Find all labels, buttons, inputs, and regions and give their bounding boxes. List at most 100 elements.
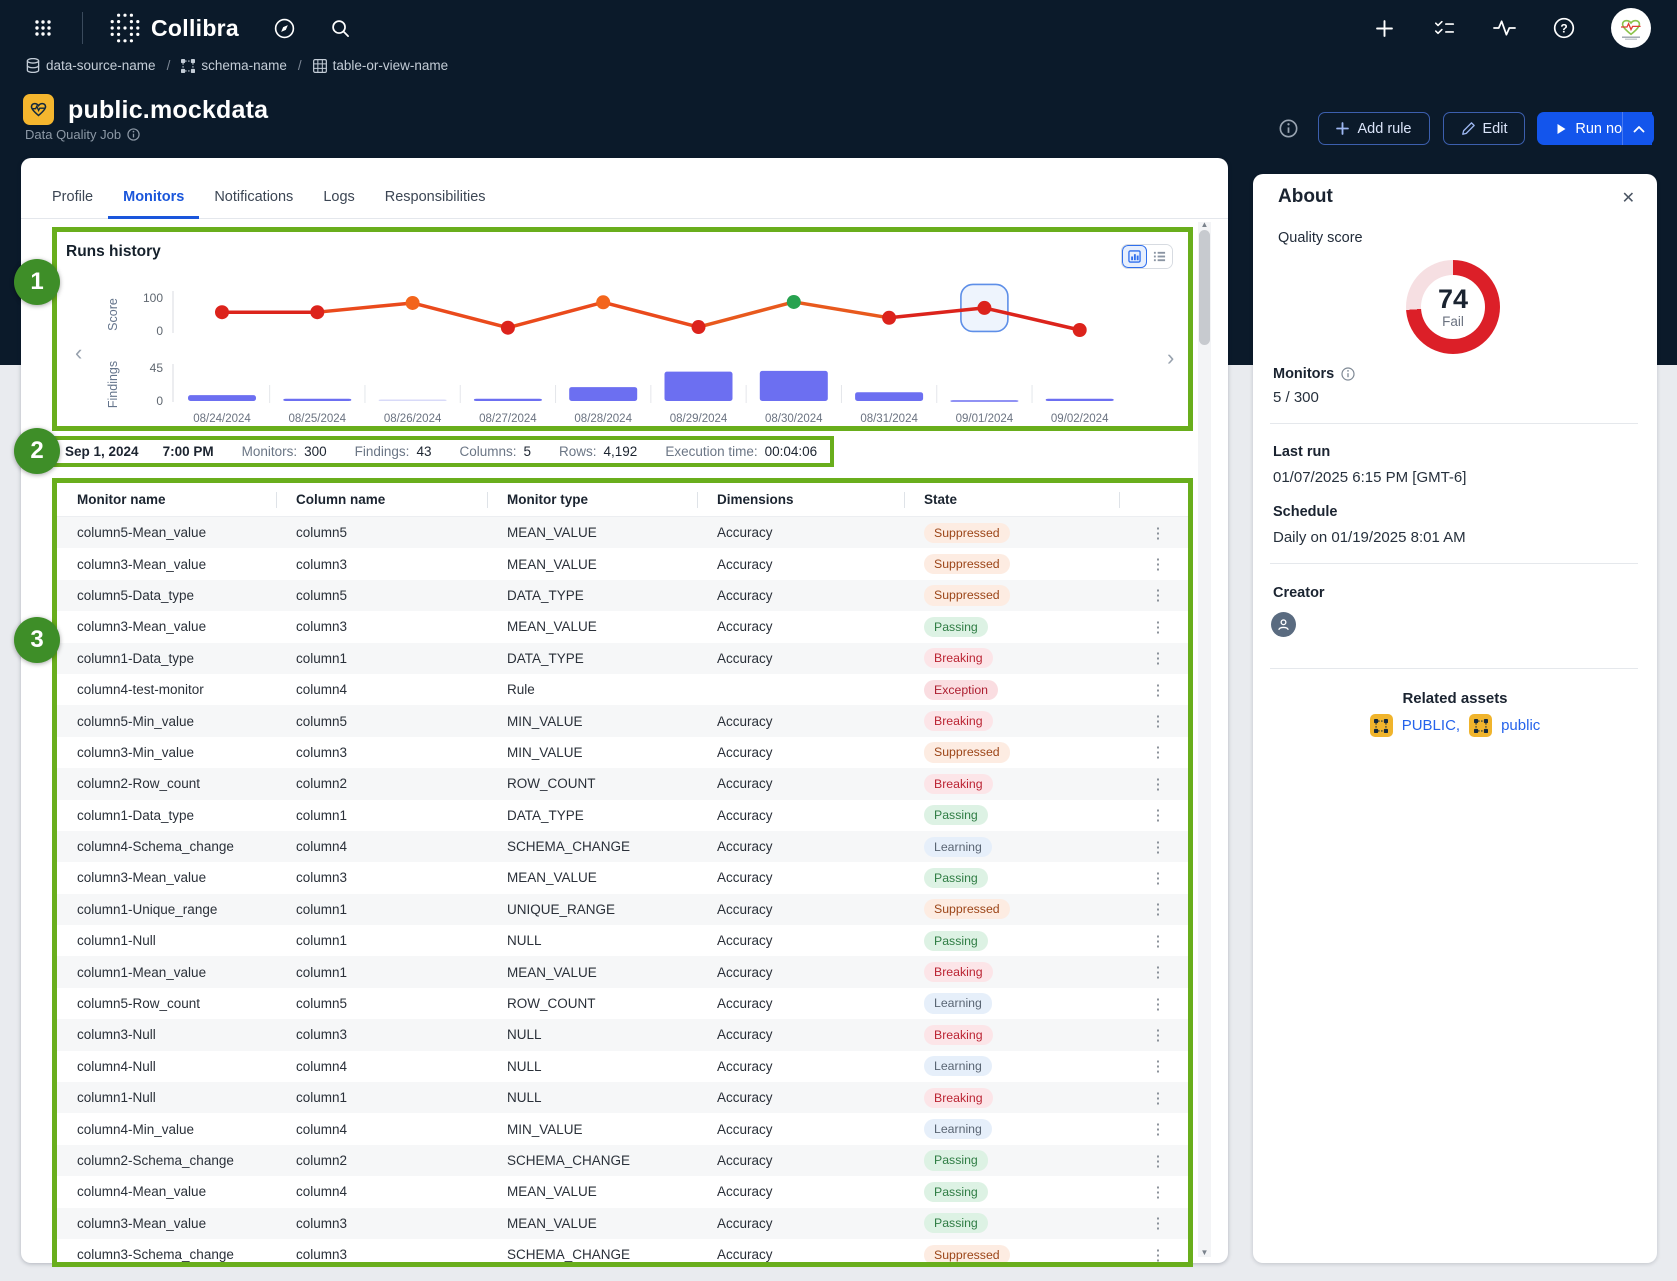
row-menu-kebab-icon[interactable]: ⋮: [1119, 1026, 1188, 1044]
score-point[interactable]: [692, 320, 706, 334]
table-row[interactable]: column5-Row_countcolumn5ROW_COUNTAccurac…: [57, 988, 1188, 1019]
table-row[interactable]: column1-Data_typecolumn1DATA_TYPEAccurac…: [57, 643, 1188, 674]
row-menu-kebab-icon[interactable]: ⋮: [1119, 681, 1188, 699]
table-row[interactable]: column3-Mean_valuecolumn3MEAN_VALUEAccur…: [57, 862, 1188, 893]
score-point[interactable]: [1073, 323, 1087, 337]
tab-logs[interactable]: Logs: [308, 178, 369, 219]
tasks-icon[interactable]: [1431, 15, 1457, 41]
findings-bar[interactable]: [1046, 399, 1114, 401]
header-info-icon[interactable]: [1279, 119, 1298, 143]
findings-bar[interactable]: [950, 400, 1018, 402]
findings-bar[interactable]: [665, 372, 733, 401]
table-row[interactable]: column3-Min_valuecolumn3MIN_VALUEAccurac…: [57, 737, 1188, 768]
table-row[interactable]: column4-Nullcolumn4NULLAccuracyLearning⋮: [57, 1051, 1188, 1082]
table-row[interactable]: column3-Mean_valuecolumn3MEAN_VALUEAccur…: [57, 548, 1188, 579]
add-icon[interactable]: [1371, 15, 1397, 41]
row-menu-kebab-icon[interactable]: ⋮: [1119, 1183, 1188, 1201]
score-point[interactable]: [406, 296, 420, 310]
activity-icon[interactable]: [1491, 15, 1517, 41]
related-asset-link[interactable]: public: [1501, 717, 1540, 734]
table-row[interactable]: column2-Row_countcolumn2ROW_COUNTAccurac…: [57, 768, 1188, 799]
row-menu-kebab-icon[interactable]: ⋮: [1119, 618, 1188, 636]
vertical-scrollbar[interactable]: ▲ ▼: [1198, 222, 1211, 1257]
tab-monitors[interactable]: Monitors: [108, 178, 199, 219]
table-row[interactable]: column3-Schema_changecolumn3SCHEMA_CHANG…: [57, 1239, 1188, 1267]
close-icon[interactable]: ✕: [1622, 188, 1635, 208]
row-menu-kebab-icon[interactable]: ⋮: [1119, 1057, 1188, 1075]
column-header-column-name[interactable]: Column name: [276, 483, 487, 516]
help-icon[interactable]: ?: [1551, 15, 1577, 41]
breadcrumb-item-table[interactable]: table-or-view-name: [313, 58, 449, 73]
row-menu-kebab-icon[interactable]: ⋮: [1119, 743, 1188, 761]
row-menu-kebab-icon[interactable]: ⋮: [1119, 1152, 1188, 1170]
breadcrumb-item-schema[interactable]: schema-name: [181, 58, 287, 73]
table-row[interactable]: column4-Min_valuecolumn4MIN_VALUEAccurac…: [57, 1113, 1188, 1144]
column-header-dimensions[interactable]: Dimensions: [697, 483, 904, 516]
row-menu-kebab-icon[interactable]: ⋮: [1119, 806, 1188, 824]
scrollbar-down-arrow-icon[interactable]: ▼: [1198, 1248, 1211, 1257]
findings-bar[interactable]: [855, 392, 923, 401]
table-row[interactable]: column4-Schema_changecolumn4SCHEMA_CHANG…: [57, 831, 1188, 862]
run-now-dropdown-button[interactable]: [1622, 112, 1654, 145]
compass-icon[interactable]: [271, 15, 297, 41]
table-row[interactable]: column1-Unique_rangecolumn1UNIQUE_RANGEA…: [57, 894, 1188, 925]
score-point[interactable]: [501, 321, 515, 335]
findings-bar[interactable]: [379, 400, 447, 402]
column-header-monitor-type[interactable]: Monitor type: [487, 483, 697, 516]
row-menu-kebab-icon[interactable]: ⋮: [1119, 1089, 1188, 1107]
row-menu-kebab-icon[interactable]: ⋮: [1119, 1214, 1188, 1232]
scrollbar-thumb[interactable]: [1199, 230, 1210, 345]
tab-notifications[interactable]: Notifications: [199, 178, 308, 219]
score-point[interactable]: [596, 295, 610, 309]
user-avatar[interactable]: [1611, 8, 1651, 48]
table-row[interactable]: column1-Data_typecolumn1DATA_TYPEAccurac…: [57, 800, 1188, 831]
edit-button[interactable]: Edit: [1443, 112, 1525, 145]
app-grid-icon[interactable]: [30, 15, 56, 41]
score-point[interactable]: [977, 301, 991, 315]
table-row[interactable]: column5-Mean_valuecolumn5MEAN_VALUEAccur…: [57, 517, 1188, 548]
table-row[interactable]: column2-Schema_changecolumn2SCHEMA_CHANG…: [57, 1145, 1188, 1176]
score-point[interactable]: [310, 305, 324, 319]
tab-profile[interactable]: Profile: [37, 178, 108, 219]
table-row[interactable]: column3-Mean_valuecolumn3MEAN_VALUEAccur…: [57, 611, 1188, 642]
related-asset-link[interactable]: PUBLIC,: [1402, 717, 1460, 734]
row-menu-kebab-icon[interactable]: ⋮: [1119, 555, 1188, 573]
row-menu-kebab-icon[interactable]: ⋮: [1119, 995, 1188, 1013]
collibra-logo[interactable]: Collibra: [109, 12, 239, 44]
row-menu-kebab-icon[interactable]: ⋮: [1119, 900, 1188, 918]
add-rule-button[interactable]: Add rule: [1318, 112, 1430, 145]
row-menu-kebab-icon[interactable]: ⋮: [1119, 712, 1188, 730]
table-row[interactable]: column4-test-monitorcolumn4RuleException…: [57, 674, 1188, 705]
findings-bar[interactable]: [283, 399, 351, 401]
findings-bar[interactable]: [474, 399, 542, 401]
findings-bar[interactable]: [760, 371, 828, 401]
row-menu-kebab-icon[interactable]: ⋮: [1119, 586, 1188, 604]
table-row[interactable]: column1-Nullcolumn1NULLAccuracyPassing⋮: [57, 925, 1188, 956]
table-row[interactable]: column3-Mean_valuecolumn3MEAN_VALUEAccur…: [57, 1208, 1188, 1239]
score-point[interactable]: [787, 295, 801, 309]
row-menu-kebab-icon[interactable]: ⋮: [1119, 932, 1188, 950]
info-icon[interactable]: [127, 128, 140, 141]
row-menu-kebab-icon[interactable]: ⋮: [1119, 1120, 1188, 1138]
column-header-monitor-name[interactable]: Monitor name: [57, 483, 276, 516]
table-row[interactable]: column4-Mean_valuecolumn4MEAN_VALUEAccur…: [57, 1176, 1188, 1207]
info-icon[interactable]: [1341, 367, 1355, 381]
row-menu-kebab-icon[interactable]: ⋮: [1119, 649, 1188, 667]
score-point[interactable]: [882, 311, 896, 325]
row-menu-kebab-icon[interactable]: ⋮: [1119, 1246, 1188, 1264]
table-row[interactable]: column1-Nullcolumn1NULLAccuracyBreaking⋮: [57, 1082, 1188, 1113]
score-point[interactable]: [215, 305, 229, 319]
scrollbar-up-arrow-icon[interactable]: ▲: [1198, 220, 1211, 229]
row-menu-kebab-icon[interactable]: ⋮: [1119, 775, 1188, 793]
table-row[interactable]: column1-Mean_valuecolumn1MEAN_VALUEAccur…: [57, 956, 1188, 987]
table-row[interactable]: column5-Data_typecolumn5DATA_TYPEAccurac…: [57, 580, 1188, 611]
creator-avatar[interactable]: [1271, 612, 1296, 637]
findings-bar[interactable]: [569, 387, 637, 401]
row-menu-kebab-icon[interactable]: ⋮: [1119, 838, 1188, 856]
tab-responsibilities[interactable]: Responsibilities: [370, 178, 501, 219]
findings-bar[interactable]: [188, 395, 256, 401]
column-header-state[interactable]: State: [904, 483, 1119, 516]
breadcrumb-item-datasource[interactable]: data-source-name: [26, 58, 156, 73]
search-icon[interactable]: [327, 15, 353, 41]
row-menu-kebab-icon[interactable]: ⋮: [1119, 524, 1188, 542]
